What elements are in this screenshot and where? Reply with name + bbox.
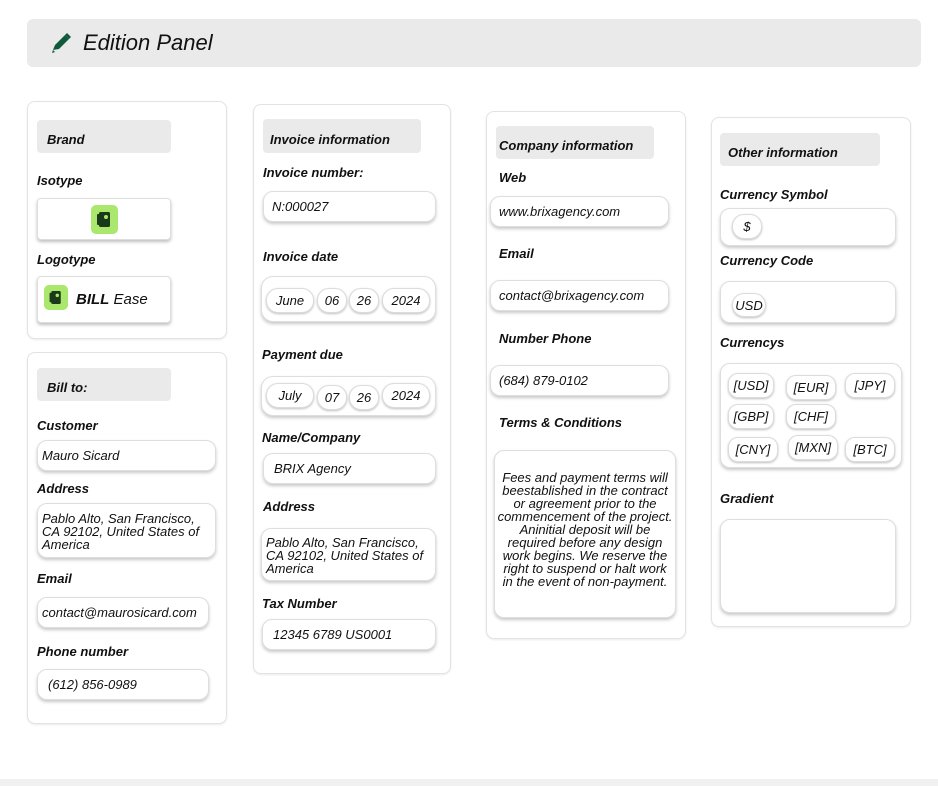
- invoice-address-field[interactable]: Pablo Alto, San Francisco, CA 92102, Uni…: [261, 528, 436, 581]
- customer-field[interactable]: Mauro Sicard: [37, 440, 216, 471]
- bill-address-label: Address: [37, 481, 90, 496]
- currency-chip-jpy[interactable]: [JPY]: [845, 373, 895, 398]
- isotype-icon: [91, 205, 118, 234]
- currency-symbol-chip[interactable]: $: [732, 214, 762, 239]
- terms-field[interactable]: Fees and payment terms will beestablishe…: [494, 450, 676, 618]
- bill-phone-label: Phone number: [37, 644, 129, 659]
- company-phone-field[interactable]: (684) 879-0102: [490, 365, 669, 396]
- name-company-label: Name/Company: [262, 430, 361, 445]
- invoice-month[interactable]: June: [266, 288, 314, 313]
- currency-chip-cny[interactable]: [CNY]: [728, 437, 778, 462]
- bill-email-label: Email: [37, 571, 72, 586]
- bill-to-section-title: Bill to:: [37, 368, 171, 401]
- bill-email-field[interactable]: contact@maurosicard.com: [37, 597, 209, 628]
- pencil-icon: [52, 33, 71, 53]
- payment-due-label: Payment due: [262, 347, 343, 362]
- company-email-label: Email: [499, 246, 534, 261]
- other-section-title: Other information: [720, 133, 880, 166]
- invoice-address-label: Address: [263, 499, 316, 514]
- invoice-number-field[interactable]: N:000027: [263, 191, 436, 222]
- tax-number-field[interactable]: 12345 6789 US0001: [262, 619, 436, 650]
- currency-code-chip[interactable]: USD: [732, 293, 766, 317]
- invoice-number-label: Invoice number:: [263, 165, 364, 180]
- currency-chip-btc[interactable]: [BTC]: [845, 437, 895, 462]
- card-glyph-icon: [49, 291, 61, 304]
- invoice-date-label: Invoice date: [263, 249, 339, 264]
- invoice-year[interactable]: 2024: [382, 288, 430, 313]
- logo-light-text: Ease: [113, 291, 148, 308]
- page-title: Edition Panel: [83, 30, 213, 55]
- due-day-2[interactable]: 26: [349, 385, 379, 410]
- bottom-divider: [0, 779, 938, 786]
- bill-phone-field[interactable]: (612) 856-0989: [37, 669, 209, 700]
- name-company-field[interactable]: BRIX Agency: [263, 453, 436, 484]
- due-day[interactable]: 07: [317, 385, 347, 410]
- isotype-label: Isotype: [37, 173, 83, 188]
- tax-number-label: Tax Number: [262, 596, 337, 611]
- currency-symbol-label: Currency Symbol: [720, 187, 828, 202]
- company-section-title: Company information: [496, 126, 654, 159]
- bill-address-field[interactable]: Pablo Alto, San Francisco, CA 92102, Uni…: [37, 503, 216, 558]
- currency-code-label: Currency Code: [720, 253, 814, 268]
- logotype-label: Logotype: [37, 252, 96, 267]
- invoice-day[interactable]: 06: [317, 288, 347, 313]
- company-phone-label: Number Phone: [499, 331, 592, 346]
- customer-label: Customer: [37, 418, 98, 433]
- web-field[interactable]: www.brixagency.com: [490, 196, 669, 227]
- company-email-field[interactable]: contact@brixagency.com: [490, 280, 669, 311]
- terms-label: Terms & Conditions: [499, 415, 623, 430]
- gradient-label: Gradient: [720, 491, 774, 506]
- currency-chip-gbp[interactable]: [GBP]: [728, 404, 774, 429]
- brand-section-title: Brand: [37, 120, 171, 153]
- due-month[interactable]: July: [266, 383, 314, 408]
- invoice-day-2[interactable]: 26: [349, 288, 379, 313]
- gradient-field[interactable]: [720, 519, 896, 613]
- currency-chip-usd[interactable]: [USD]: [728, 373, 774, 398]
- currency-chip-mxn[interactable]: [MXN]: [788, 435, 838, 460]
- due-year[interactable]: 2024: [382, 383, 430, 408]
- logotype-text: BILL Ease: [76, 291, 148, 308]
- currencys-label: Currencys: [720, 335, 785, 350]
- logotype-icon: [44, 285, 68, 310]
- currency-chip-chf[interactable]: [CHF]: [786, 404, 836, 429]
- currency-chip-eur[interactable]: [EUR]: [786, 375, 836, 400]
- card-glyph-icon: [97, 212, 110, 227]
- invoice-section-title: Invoice information: [263, 119, 421, 153]
- logo-bold-text: BILL: [76, 291, 110, 308]
- web-label: Web: [499, 170, 527, 185]
